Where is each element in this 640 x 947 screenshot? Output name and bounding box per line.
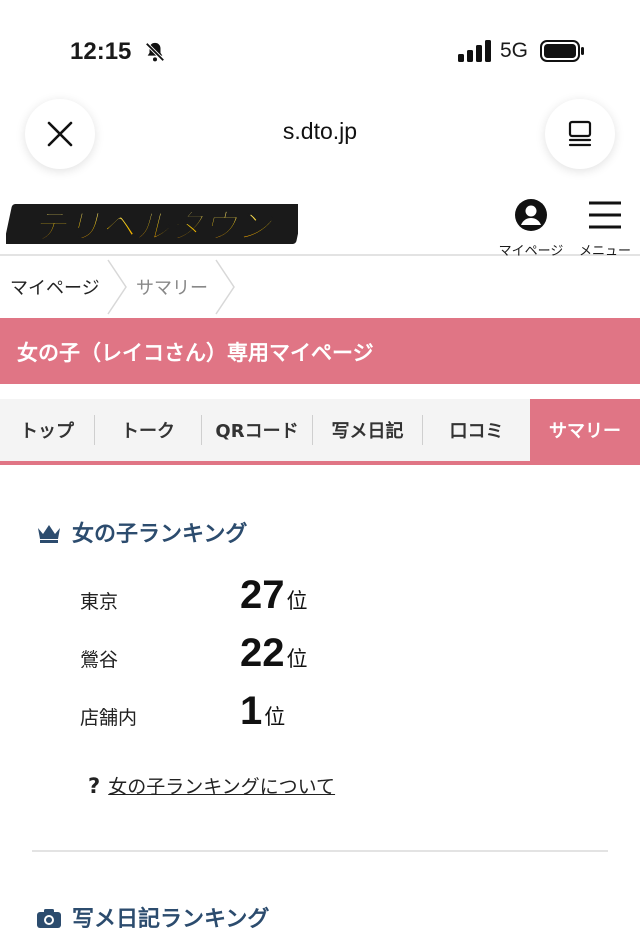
tab-reviews[interactable]: 口コミ — [423, 399, 530, 461]
url-text[interactable]: s.dto.jp — [0, 118, 640, 145]
section-divider — [32, 850, 608, 852]
tab-bar: トップ トーク QRコード 写メ日記 口コミ サマリー — [0, 399, 640, 465]
ranking-suffix: 位 — [286, 647, 308, 671]
tabs-icon — [568, 120, 592, 147]
logo-text: デリヘルタウン — [33, 207, 274, 247]
browser-bar: s.dto.jp — [0, 96, 640, 176]
chevron-right-icon — [215, 259, 235, 315]
ranking-value: 22位 — [240, 631, 308, 675]
page-title-band: 女の子（レイコさん）専用マイページ — [0, 318, 640, 384]
user-icon — [515, 199, 547, 231]
ranking-suffix: 位 — [286, 589, 308, 613]
tab-talk[interactable]: トーク — [95, 399, 201, 461]
ranking-row: 店舗内 1位 — [80, 684, 480, 734]
chevron-right-icon — [107, 259, 127, 315]
site-header: デリヘルタウン マイページ メニュー — [0, 190, 640, 259]
menu-header-label: メニュー — [578, 244, 631, 259]
hamburger-icon — [589, 201, 621, 229]
breadcrumb: マイページ サマリー — [0, 258, 640, 316]
photo-diary-ranking-title: 写メ日記ランキング — [36, 901, 269, 933]
crown-icon — [38, 525, 60, 543]
ranking-about-link[interactable]: ? 女の子ランキングについて — [88, 772, 335, 799]
help-mark: ? — [88, 774, 101, 798]
site-logo[interactable]: デリヘルタウン — [6, 196, 298, 250]
camera-icon — [37, 909, 61, 928]
page-title: 女の子（レイコさん）専用マイページ — [17, 341, 374, 365]
status-time: 12:15 — [70, 38, 132, 65]
ranking-about-text[interactable]: 女の子ランキングについて — [108, 776, 335, 798]
tab-photo-diary[interactable]: 写メ日記 — [313, 399, 422, 461]
breadcrumb-summary: サマリー — [136, 278, 208, 299]
ranking-label: 東京 — [80, 591, 119, 613]
ranking-row: 鶯谷 22位 — [80, 626, 480, 676]
tabs-button[interactable] — [545, 99, 615, 169]
signal-icon — [458, 40, 491, 62]
ranking-label: 店舗内 — [80, 707, 138, 729]
ranking-suffix: 位 — [264, 705, 286, 729]
ranking-title-text: 女の子ランキング — [72, 522, 248, 547]
ranking-section-title: 女の子ランキング — [36, 516, 247, 548]
breadcrumb-mypage[interactable]: マイページ — [10, 274, 100, 300]
ranking-row: 東京 27位 — [80, 568, 480, 618]
status-bar: 12:15 5G — [0, 0, 640, 100]
tab-top[interactable]: トップ — [0, 399, 94, 461]
menu-header-button[interactable]: メニュー — [565, 198, 640, 259]
battery-icon — [540, 40, 584, 62]
mypage-header-label: マイページ — [498, 244, 564, 259]
tab-qrcode[interactable]: QRコード — [202, 399, 312, 461]
photo-diary-title-text: 写メ日記ランキング — [72, 907, 270, 932]
ranking-value: 27位 — [240, 573, 308, 617]
ranking-value: 1位 — [240, 689, 286, 733]
mypage-header-button[interactable]: マイページ — [491, 198, 571, 259]
network-label: 5G — [500, 39, 529, 62]
tab-summary[interactable]: サマリー — [530, 399, 640, 461]
ranking-label: 鶯谷 — [80, 649, 119, 671]
bell-slash-icon — [145, 42, 165, 62]
